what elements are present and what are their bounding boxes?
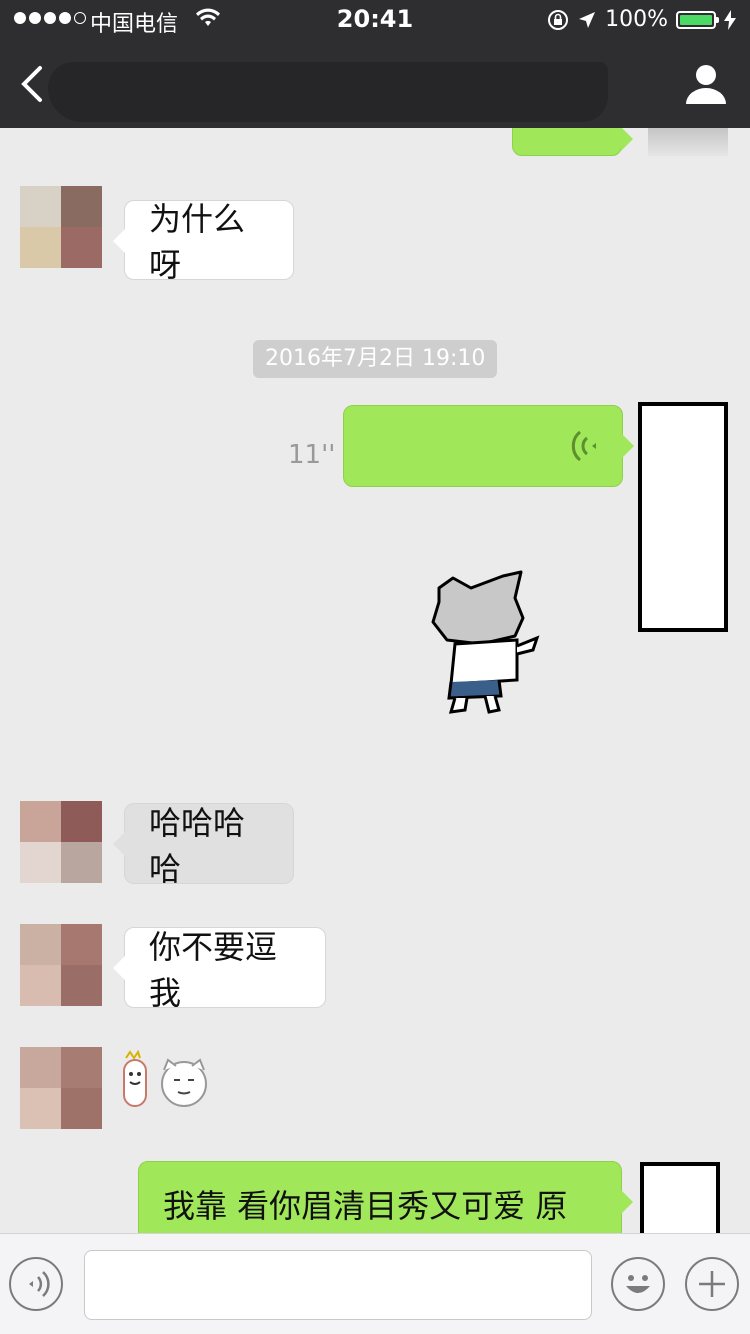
message-input[interactable] bbox=[84, 1250, 592, 1320]
chat-input-bar bbox=[0, 1233, 750, 1334]
message-text: 你不要逗我 bbox=[149, 927, 278, 1012]
more-options-button[interactable] bbox=[685, 1257, 739, 1311]
contact-avatar[interactable] bbox=[20, 1047, 102, 1129]
voice-wave-icon bbox=[571, 430, 596, 462]
emoji-icon bbox=[626, 1275, 650, 1293]
message-bubble-incoming[interactable]: 为什么呀 bbox=[113, 200, 294, 284]
own-avatar-redacted[interactable] bbox=[638, 402, 728, 632]
message-bubble-incoming[interactable]: 哈哈哈哈 bbox=[113, 803, 294, 888]
voice-mode-icon bbox=[29, 1271, 50, 1297]
message-timestamp: 2016年7月2日 19:10 bbox=[253, 340, 498, 378]
status-bar: 中国电信 20:41 100% bbox=[0, 0, 750, 40]
message-text: 为什么呀 bbox=[149, 200, 246, 284]
emoji-button[interactable] bbox=[611, 1257, 665, 1311]
voice-message-bubble[interactable] bbox=[343, 405, 634, 487]
battery-icon bbox=[676, 10, 719, 29]
battery-percent: 100% bbox=[605, 7, 668, 32]
message-bubble-outgoing[interactable]: 我靠 看你眉清目秀又可爱 原来 bbox=[138, 1161, 633, 1233]
chat-nav-bar bbox=[0, 40, 750, 128]
contact-avatar[interactable] bbox=[20, 924, 102, 1006]
orientation-lock-icon bbox=[548, 9, 569, 30]
status-right: 100% bbox=[547, 7, 736, 32]
chat-title-redaction bbox=[48, 62, 608, 122]
contact-avatar[interactable] bbox=[20, 801, 102, 883]
voice-duration: 11'' bbox=[288, 440, 336, 470]
location-icon bbox=[579, 11, 596, 28]
message-text: 我靠 看你眉清目秀又可爱 原来 bbox=[163, 1187, 568, 1233]
own-avatar-cropped[interactable] bbox=[648, 128, 728, 156]
own-avatar-redacted[interactable] bbox=[640, 1162, 720, 1233]
charging-icon bbox=[724, 9, 736, 30]
message-text: 哈哈哈哈 bbox=[149, 803, 246, 888]
chat-profile-button[interactable] bbox=[684, 62, 728, 106]
chat-message-list[interactable]: 为什么呀 2016年7月2日 19:10 11'' 哈哈哈哈 你不要逗我 我靠 … bbox=[0, 128, 750, 1233]
plus-icon bbox=[699, 1271, 725, 1297]
message-bubble-incoming[interactable]: 你不要逗我 bbox=[113, 927, 326, 1012]
cat-pointing-sticker[interactable] bbox=[425, 568, 545, 718]
contact-avatar[interactable] bbox=[20, 186, 102, 268]
voice-mode-button[interactable] bbox=[9, 1257, 63, 1311]
back-button[interactable] bbox=[12, 60, 52, 108]
message-bubble-outgoing-cropped[interactable] bbox=[512, 128, 633, 156]
meme-faces-sticker[interactable] bbox=[118, 1050, 208, 1110]
